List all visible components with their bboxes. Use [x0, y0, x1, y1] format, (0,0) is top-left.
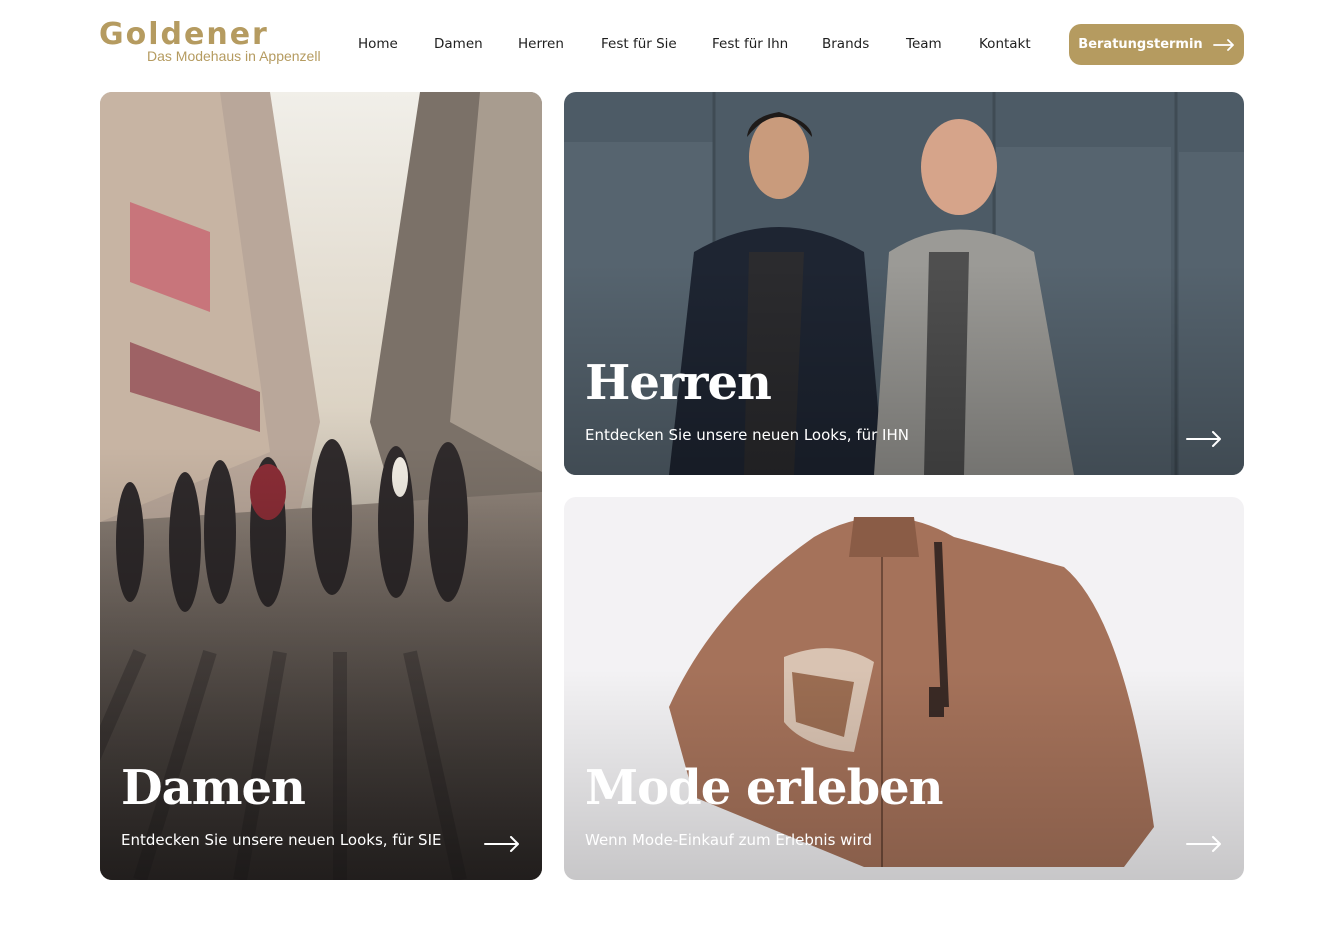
card-damen[interactable]: Damen Entdecken Sie unsere neuen Looks, …: [100, 92, 542, 880]
nav-fest-fuer-ihn[interactable]: Fest für Ihn: [712, 36, 788, 52]
nav-kontakt[interactable]: Kontakt: [979, 36, 1031, 52]
logo-wordmark: Goldener: [99, 17, 269, 52]
beratungstermin-button[interactable]: Beratungstermin: [1069, 24, 1244, 65]
arrow-right-icon: [1212, 38, 1234, 51]
nav-team[interactable]: Team: [906, 36, 942, 52]
card-herren[interactable]: Herren Entdecken Sie unsere neuen Looks,…: [564, 92, 1244, 475]
arrow-right-icon[interactable]: [1186, 431, 1222, 447]
card-herren-subtitle: Entdecken Sie unsere neuen Looks, für IH…: [585, 426, 909, 444]
nav-home[interactable]: Home: [358, 36, 398, 52]
logo[interactable]: Goldener Das Modehaus in Appenzell: [99, 20, 339, 70]
nav-damen[interactable]: Damen: [434, 36, 483, 52]
card-herren-title: Herren: [585, 355, 772, 411]
card-damen-subtitle: Entdecken Sie unsere neuen Looks, für SI…: [121, 831, 442, 849]
nav-fest-fuer-sie[interactable]: Fest für Sie: [601, 36, 677, 52]
card-mode-subtitle: Wenn Mode-Einkauf zum Erlebnis wird: [585, 831, 873, 849]
logo-tagline: Das Modehaus in Appenzell: [147, 48, 321, 64]
card-damen-title: Damen: [121, 760, 306, 816]
card-mode-title: Mode erleben: [585, 760, 944, 816]
arrow-right-icon[interactable]: [1186, 836, 1222, 852]
beratungstermin-label: Beratungstermin: [1078, 37, 1203, 52]
nav-herren[interactable]: Herren: [518, 36, 564, 52]
arrow-right-icon[interactable]: [484, 836, 520, 852]
card-mode-erleben[interactable]: Mode erleben Wenn Mode-Einkauf zum Erleb…: [564, 497, 1244, 880]
nav-brands[interactable]: Brands: [822, 36, 869, 52]
